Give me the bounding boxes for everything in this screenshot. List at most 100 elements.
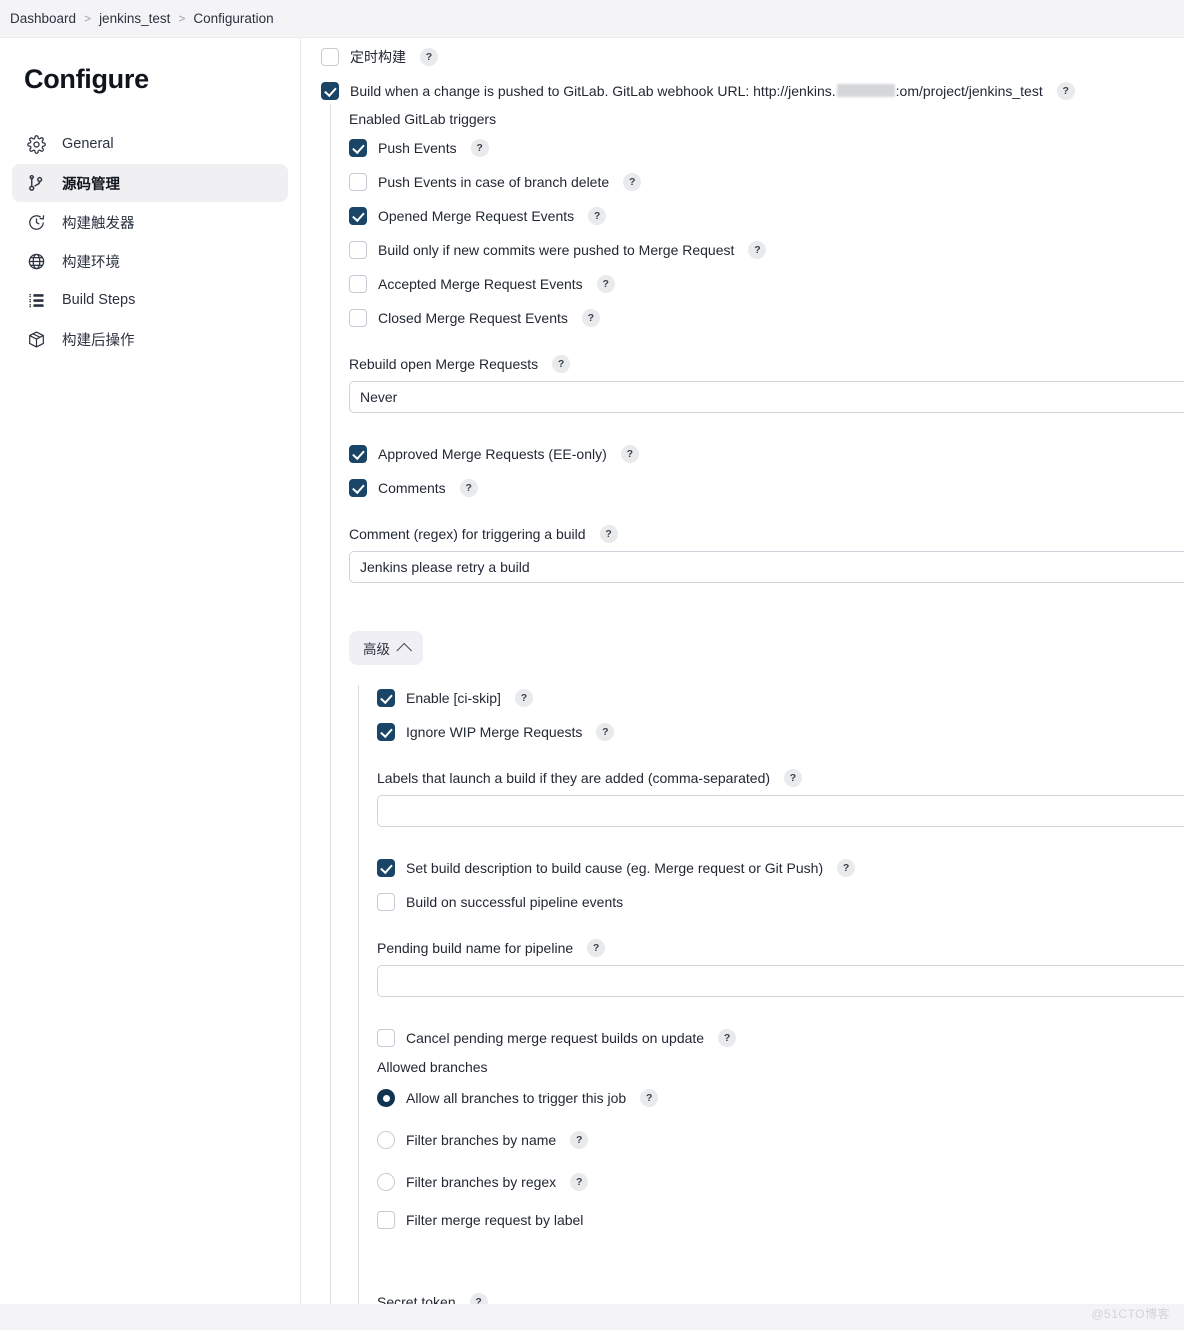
footer-strip [0, 1304, 1184, 1330]
rebuild-open-mr-label-row: Rebuild open Merge Requests ? [349, 351, 1184, 377]
pending-build-name-input[interactable] [377, 965, 1184, 997]
comments-label: Comments [378, 480, 446, 496]
help-icon[interactable]: ? [514, 689, 533, 707]
advanced-section: Enable [ci-skip] ? Ignore WIP Merge Requ… [358, 685, 1184, 1330]
branch-option-label: Allow all branches to trigger this job [406, 1090, 627, 1106]
allow-all-branches-radio[interactable] [377, 1089, 395, 1107]
pending-build-name-label: Pending build name for pipeline [377, 940, 574, 956]
help-icon[interactable]: ? [459, 479, 478, 497]
comment-regex-input[interactable]: Jenkins please retry a build [349, 551, 1184, 583]
help-icon[interactable]: ? [588, 207, 607, 225]
sidebar-item-build-triggers[interactable]: 构建触发器 [12, 203, 288, 241]
breadcrumb-item-job[interactable]: jenkins_test [99, 11, 170, 26]
ignore-wip-merge-requests-checkbox[interactable] [377, 723, 395, 741]
comment-regex-value: Jenkins please retry a build [360, 559, 530, 575]
breadcrumb-separator-icon: > [178, 11, 186, 25]
comments-checkbox[interactable] [349, 479, 367, 497]
sidebar-item-label: 构建后操作 [62, 332, 135, 349]
build-only-new-commits-checkbox[interactable] [349, 241, 367, 259]
push-events-checkbox[interactable] [349, 139, 367, 157]
closed-merge-request-events-checkbox[interactable] [349, 309, 367, 327]
sidebar-item-label: General [62, 136, 114, 152]
clock-icon [26, 212, 46, 232]
sidebar-item-label: Build Steps [62, 292, 136, 308]
help-icon[interactable]: ? [570, 1131, 589, 1149]
webhook-url-suffix: :om/project/jenkins_test [895, 83, 1043, 99]
branch-option-filter-regex-row: Filter branches by regex ? [377, 1169, 1184, 1195]
breadcrumb-item-configuration[interactable]: Configuration [193, 11, 273, 26]
rebuild-open-mr-label: Rebuild open Merge Requests [349, 356, 539, 372]
globe-icon [26, 251, 46, 271]
push-events-branch-delete-checkbox[interactable] [349, 173, 367, 191]
set-build-description-row: Set build description to build cause (eg… [377, 855, 1184, 881]
help-icon[interactable]: ? [784, 769, 803, 787]
list-icon [26, 290, 46, 310]
help-icon[interactable]: ? [552, 355, 571, 373]
help-icon[interactable]: ? [581, 309, 600, 327]
help-icon[interactable]: ? [596, 723, 615, 741]
set-build-description-label: Set build description to build cause (eg… [406, 860, 824, 876]
sidebar-item-general[interactable]: General [12, 125, 288, 163]
labels-input[interactable] [377, 795, 1184, 827]
approved-merge-requests-checkbox[interactable] [349, 445, 367, 463]
help-icon[interactable]: ? [596, 275, 615, 293]
help-icon[interactable]: ? [620, 445, 639, 463]
cancel-pending-builds-label: Cancel pending merge request builds on u… [406, 1030, 705, 1046]
sidebar-item-post-build-actions[interactable]: 构建后操作 [12, 320, 288, 358]
help-icon[interactable]: ? [570, 1173, 589, 1191]
help-icon[interactable]: ? [470, 139, 489, 157]
advanced-button-label: 高级 [363, 642, 390, 657]
trigger-label: Closed Merge Request Events [378, 310, 568, 326]
help-icon[interactable]: ? [718, 1029, 737, 1047]
ignore-wip-row: Ignore WIP Merge Requests ? [377, 719, 1184, 745]
trigger-row-only-new-commits: Build only if new commits were pushed to… [349, 237, 1184, 263]
opened-merge-request-events-checkbox[interactable] [349, 207, 367, 225]
sidebar-item-source-code-management[interactable]: 源码管理 [12, 164, 288, 202]
accepted-merge-request-events-checkbox[interactable] [349, 275, 367, 293]
timer-build-checkbox[interactable] [321, 48, 339, 66]
branch-option-label: Filter branches by name [406, 1132, 557, 1148]
breadcrumb-item-dashboard[interactable]: Dashboard [10, 11, 76, 26]
trigger-form: 定时构建 ? Build when a change is pushed to … [301, 44, 1184, 1330]
ci-skip-row: Enable [ci-skip] ? [377, 685, 1184, 711]
gitlab-push-trigger-row: Build when a change is pushed to GitLab.… [321, 78, 1184, 104]
breadcrumb: Dashboard > jenkins_test > Configuration [0, 0, 1184, 38]
trigger-row-push-events: Push Events ? [349, 135, 1184, 161]
help-icon[interactable]: ? [587, 939, 606, 957]
help-icon[interactable]: ? [420, 48, 438, 66]
help-icon[interactable]: ? [1056, 82, 1075, 100]
help-icon[interactable]: ? [623, 173, 642, 191]
help-icon[interactable]: ? [837, 859, 856, 877]
cancel-pending-builds-checkbox[interactable] [377, 1029, 395, 1047]
sidebar-item-build-steps[interactable]: Build Steps [12, 281, 288, 319]
advanced-toggle-button[interactable]: 高级 [349, 631, 423, 665]
trigger-row-push-branch-delete: Push Events in case of branch delete ? [349, 169, 1184, 195]
trigger-label: Push Events in case of branch delete [378, 174, 610, 190]
pending-build-name-label-row: Pending build name for pipeline ? [377, 935, 1184, 961]
comment-regex-label-row: Comment (regex) for triggering a build ? [349, 521, 1184, 547]
trigger-label: Opened Merge Request Events [378, 208, 575, 224]
gitlab-push-trigger-checkbox[interactable] [321, 82, 339, 100]
labels-field-label: Labels that launch a build if they are a… [377, 770, 771, 786]
sidebar-item-label: 源码管理 [62, 176, 120, 193]
help-icon[interactable]: ? [640, 1089, 659, 1107]
git-branch-icon [26, 173, 46, 193]
set-build-description-checkbox[interactable] [377, 859, 395, 877]
help-icon[interactable]: ? [748, 241, 767, 259]
enable-ci-skip-checkbox[interactable] [377, 689, 395, 707]
filter-merge-request-by-label-checkbox[interactable] [377, 1211, 395, 1229]
sidebar-item-label: 构建触发器 [62, 215, 135, 232]
filter-branches-by-regex-radio[interactable] [377, 1173, 395, 1191]
help-icon[interactable]: ? [599, 525, 618, 543]
branch-option-label: Filter merge request by label [406, 1212, 584, 1228]
filter-branches-by-name-radio[interactable] [377, 1131, 395, 1149]
redacted-host-block [836, 84, 895, 97]
comments-row: Comments ? [349, 475, 1184, 501]
build-on-successful-pipeline-checkbox[interactable] [377, 893, 395, 911]
breadcrumb-separator-icon: > [84, 11, 92, 25]
page-title: Configure [24, 64, 149, 94]
branch-option-filter-label-row: Filter merge request by label [377, 1207, 1184, 1233]
sidebar-item-build-environment[interactable]: 构建环境 [12, 242, 288, 280]
rebuild-open-mr-select[interactable]: Never [349, 381, 1184, 413]
rebuild-open-mr-value: Never [360, 389, 398, 405]
